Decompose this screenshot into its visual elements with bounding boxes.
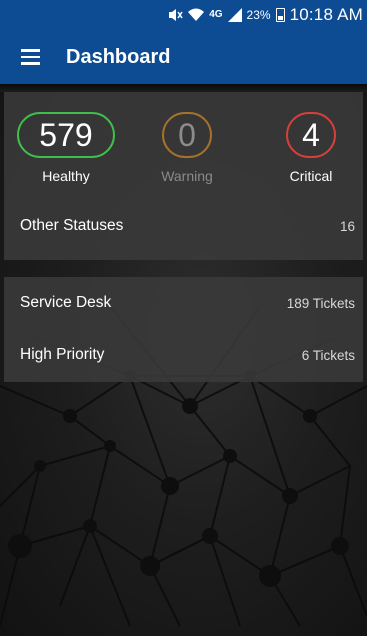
- service-desk-row[interactable]: Service Desk 189 Tickets: [4, 277, 363, 329]
- warning-count: 0: [162, 112, 212, 158]
- critical-count: 4: [286, 112, 336, 158]
- other-statuses-row[interactable]: Other Statuses 16: [4, 200, 363, 252]
- healthy-label: Healthy: [42, 168, 90, 184]
- app-screen: 4G 23% 10:18 AM Dashboard 579 Healthy 0 …: [0, 0, 367, 636]
- high-priority-label: High Priority: [20, 346, 105, 363]
- healthy-count: 579: [17, 112, 115, 158]
- app-bar-shadow: [0, 84, 367, 92]
- menu-button[interactable]: [0, 30, 60, 84]
- system-status-bar: 4G 23% 10:18 AM: [0, 0, 367, 30]
- high-priority-row[interactable]: High Priority 6 Tickets: [4, 329, 363, 381]
- critical-status[interactable]: 4 Critical: [261, 112, 361, 184]
- app-bar: Dashboard: [0, 30, 367, 84]
- clock: 10:18 AM: [289, 5, 363, 24]
- hamburger-icon: [20, 47, 40, 67]
- battery-icon: [275, 8, 285, 22]
- status-counts-row: 579 Healthy 0 Warning 4 Critical: [4, 92, 363, 204]
- wifi-icon: [188, 8, 205, 22]
- network-type-label: 4G: [209, 9, 223, 20]
- other-statuses-count: 16: [339, 218, 355, 234]
- high-priority-count: 6 Tickets: [301, 347, 355, 363]
- service-desk-label: Service Desk: [20, 294, 112, 311]
- status-summary-card: 579 Healthy 0 Warning 4 Critical Other S…: [4, 92, 363, 260]
- service-desk-count: 189 Tickets: [286, 295, 355, 311]
- mute-icon: [167, 8, 183, 22]
- signal-icon: [227, 8, 242, 22]
- battery-percent: 23%: [246, 8, 271, 22]
- page-title: Dashboard: [66, 45, 171, 68]
- critical-label: Critical: [289, 168, 333, 184]
- warning-status[interactable]: 0 Warning: [137, 112, 237, 184]
- tickets-card: Service Desk 189 Tickets High Priority 6…: [4, 277, 363, 382]
- healthy-status[interactable]: 579 Healthy: [16, 112, 116, 184]
- warning-label: Warning: [161, 168, 213, 184]
- other-statuses-label: Other Statuses: [20, 217, 124, 234]
